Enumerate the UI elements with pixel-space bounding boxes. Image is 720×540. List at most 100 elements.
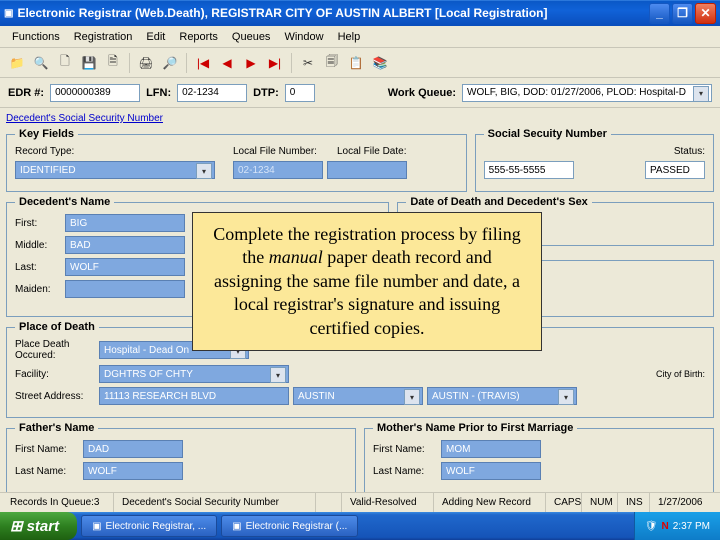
ssn-field[interactable]: 555-55-5555 [484,161,574,179]
separator [186,53,187,73]
last-record-icon[interactable]: ▶| [264,52,286,74]
task-label-1: Electronic Registrar, ... [106,521,207,532]
key-lfn-field[interactable]: 02-1234 [233,161,323,179]
paste-icon[interactable]: 📋 [345,52,367,74]
maiden-label: Maiden: [15,284,61,295]
father-first-label: First Name: [15,444,79,455]
pod-legend: Place of Death [15,321,99,333]
father-first-field[interactable]: DAD [83,440,183,458]
docs-icon[interactable]: 🗎 [102,52,124,74]
tray-n-icon: N [662,521,669,532]
status-queue: Records In Queue:3 [4,493,114,512]
mother-legend: Mother's Name Prior to First Marriage [373,422,577,434]
windows-icon: ⊞ [10,517,23,535]
close-button[interactable]: ✕ [695,3,716,24]
task-label-2: Electronic Registrar (... [246,521,348,532]
last-label: Last: [15,262,61,273]
print-icon[interactable]: 🖨 [135,52,157,74]
task-icon: ▣ [92,521,101,532]
mother-name-group: Mother's Name Prior to First Marriage Fi… [364,422,714,493]
instruction-callout: Complete the registration process by fil… [192,212,542,351]
start-label: start [27,518,60,535]
window-title: Electronic Registrar (Web.Death), REGIST… [13,6,649,20]
record-type-label: Record Type: [15,146,95,157]
middle-field[interactable]: BAD [65,236,185,254]
facility-label: Facility: [15,369,95,380]
father-last-field[interactable]: WOLF [83,462,183,480]
status-num: NUM [584,493,618,512]
county-dropdown[interactable]: AUSTIN - (TRAVIS) [427,387,577,405]
menu-registration[interactable]: Registration [68,29,139,45]
system-tray[interactable]: 🛡 N 2:37 PM [634,512,720,540]
mother-first-field[interactable]: MOM [441,440,541,458]
city-dropdown[interactable]: AUSTIN [293,387,423,405]
minimize-button[interactable]: _ [649,3,670,24]
facility-dropdown[interactable]: DGHTRS OF CHTY [99,365,289,383]
menu-edit[interactable]: Edit [140,29,171,45]
decedent-name-legend: Decedent's Name [15,196,114,208]
new-doc-icon[interactable]: 🗋 [54,52,76,74]
copy-icon[interactable]: 🗐 [321,52,343,74]
status-date: 1/27/2006 [652,493,716,512]
ssn-legend: Social Secuity Number [484,128,611,140]
ssn-link[interactable]: Decedent's Social Security Number [6,113,163,124]
menubar: Functions Registration Edit Reports Queu… [0,26,720,48]
prev-record-icon[interactable]: ◀ [216,52,238,74]
workqueue-dropdown[interactable]: WOLF, BIG, DOD: 01/27/2006, PLOD: Hospit… [462,84,712,102]
first-record-icon[interactable]: |◀ [192,52,214,74]
lfn-label: LFN: [146,87,171,99]
first-field[interactable]: BIG [65,214,185,232]
lfn-field[interactable]: 02-1234 [177,84,247,102]
toolbar: 📁 🔍 🗋 💾 🗎 🖨 🔎 |◀ ◀ ▶ ▶| ✂ 🗐 📋 📚 [0,48,720,78]
lfd-label: Local File Date: [337,146,417,157]
preview-icon[interactable]: 🔎 [159,52,181,74]
record-type-dropdown[interactable]: IDENTIFIED [15,161,215,179]
books-icon[interactable]: 📚 [369,52,391,74]
dtp-field[interactable]: 0 [285,84,315,102]
status-valid: Valid-Resolved [344,493,434,512]
cut-icon[interactable]: ✂ [297,52,319,74]
edr-bar: EDR #: 0000000389 LFN: 02-1234 DTP: 0 Wo… [0,78,720,108]
workqueue-label: Work Queue: [388,87,456,99]
menu-functions[interactable]: Functions [6,29,66,45]
father-last-label: Last Name: [15,466,79,477]
mother-first-label: First Name: [373,444,437,455]
menu-reports[interactable]: Reports [173,29,224,45]
binoculars-icon[interactable]: 🔍 [30,52,52,74]
taskbar: ⊞ start ▣ Electronic Registrar, ... ▣ El… [0,512,720,540]
folder-icon[interactable]: 📁 [6,52,28,74]
first-label: First: [15,218,61,229]
ssn-status-field: PASSED [645,161,705,179]
taskbar-item-1[interactable]: ▣ Electronic Registrar, ... [81,515,217,537]
edr-field[interactable]: 0000000389 [50,84,140,102]
app-icon: ▣ [4,8,13,19]
edr-label: EDR #: [8,87,44,99]
last-field[interactable]: WOLF [65,258,185,276]
task-icon: ▣ [232,521,241,532]
key-lfd-field[interactable] [327,161,407,179]
separator [291,53,292,73]
ssn-status-label: Status: [674,146,705,157]
tray-clock: 2:37 PM [673,521,710,532]
status-ins: INS [620,493,650,512]
mother-last-field[interactable]: WOLF [441,462,541,480]
save-icon[interactable]: 💾 [78,52,100,74]
menu-window[interactable]: Window [278,29,329,45]
tray-shield-icon: 🛡 [645,521,658,532]
middle-label: Middle: [15,240,61,251]
maximize-button[interactable]: ❐ [672,3,693,24]
menu-help[interactable]: Help [332,29,367,45]
dtp-label: DTP: [253,87,279,99]
next-record-icon[interactable]: ▶ [240,52,262,74]
menu-queues[interactable]: Queues [226,29,277,45]
start-button[interactable]: ⊞ start [0,512,77,540]
status-section: Decedent's Social Security Number [116,493,316,512]
lfn-label: Local File Number: [233,146,333,157]
taskbar-item-2[interactable]: ▣ Electronic Registrar (... [221,515,358,537]
maiden-field[interactable] [65,280,185,298]
status-mode: Adding New Record [436,493,546,512]
street-field[interactable]: 11113 RESEARCH BLVD [99,387,289,405]
ssn-group: Social Secuity Number Status: 555-55-555… [475,128,714,192]
city-of-birth-label: City of Birth: [656,369,705,379]
key-fields-legend: Key Fields [15,128,78,140]
